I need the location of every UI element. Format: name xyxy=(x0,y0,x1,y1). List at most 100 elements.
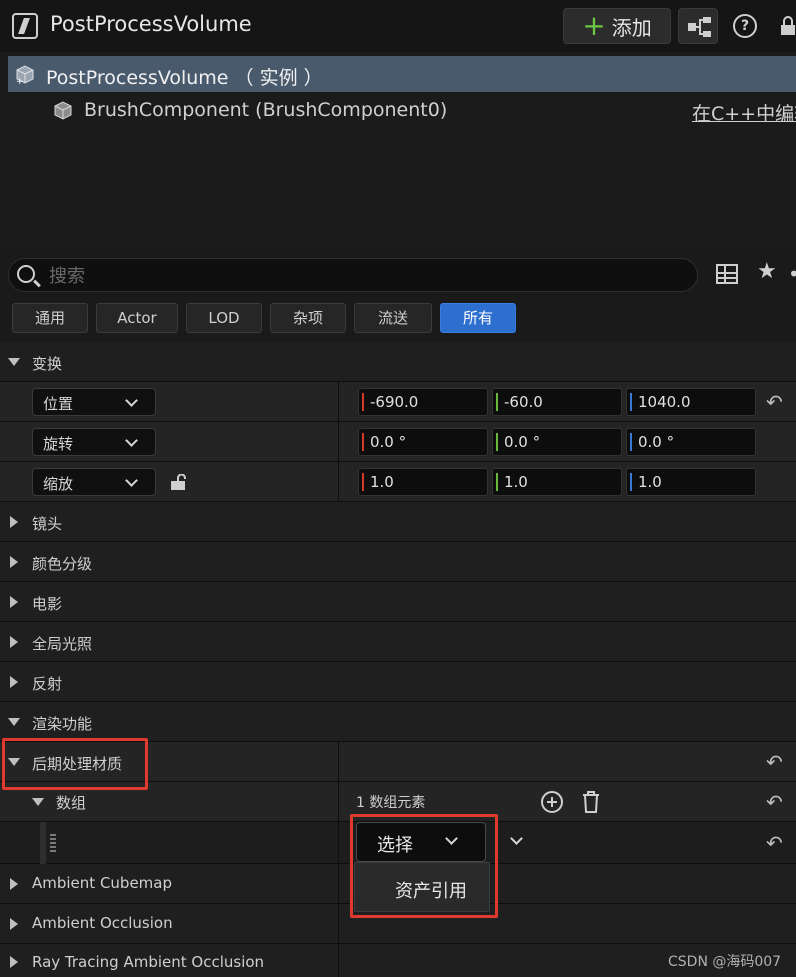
add-element-icon[interactable] xyxy=(540,790,564,814)
star-icon[interactable]: ★ xyxy=(757,259,777,284)
add-label: 添加 xyxy=(611,15,652,40)
highlight-select-menu xyxy=(350,814,498,918)
scale-x-value: 1.0 xyxy=(370,473,394,491)
lock-icon[interactable] xyxy=(780,16,796,36)
reset-icon[interactable]: ↶ xyxy=(766,750,783,774)
rotation-x-field[interactable]: 0.0 ° xyxy=(358,428,488,456)
scale-y-value: 1.0 xyxy=(504,473,528,491)
category-gi[interactable]: 全局光照 xyxy=(0,622,796,662)
expand-icon xyxy=(10,636,18,648)
expand-icon xyxy=(8,718,20,726)
scale-z-field[interactable]: 1.0 xyxy=(626,468,756,496)
category-label: 反射 xyxy=(32,675,63,693)
actor-title: PostProcessVolume xyxy=(50,12,252,36)
svg-text:+: + xyxy=(16,77,24,85)
expand-icon xyxy=(10,918,18,930)
expand-icon xyxy=(10,878,18,890)
category-rendering[interactable]: 渲染功能 xyxy=(0,702,796,742)
scale-row: 缩放 1.0 1.0 1.0 xyxy=(0,462,796,502)
tab-general[interactable]: 通用 xyxy=(12,303,88,333)
blueprint-button[interactable] xyxy=(678,8,718,44)
highlight-pp-materials xyxy=(2,738,148,790)
search-placeholder: 搜索 xyxy=(49,266,85,287)
category-lens[interactable]: 镜头 xyxy=(0,502,796,542)
tab-lod[interactable]: LOD xyxy=(186,303,262,333)
blueprint-icon xyxy=(688,17,711,37)
expand-icon xyxy=(10,676,18,688)
reset-icon[interactable]: ↶ xyxy=(766,790,783,814)
details-header: PostProcessVolume + 添加 ? xyxy=(0,0,796,52)
reset-icon[interactable]: ↶ xyxy=(766,831,783,855)
actor-icon xyxy=(12,13,38,39)
category-label: Ray Tracing Ambient Occlusion xyxy=(32,953,265,971)
location-row: 位置 -690.0 -60.0 1040.0 ↶ xyxy=(0,382,796,422)
drag-handle[interactable] xyxy=(50,834,56,852)
tab-all[interactable]: 所有 xyxy=(440,303,516,333)
watermark: CSDN @海码007 xyxy=(668,954,782,970)
search-input[interactable]: 搜索 xyxy=(8,258,698,292)
expand-icon xyxy=(10,956,18,968)
scale-y-field[interactable]: 1.0 xyxy=(492,468,622,496)
scale-z-value: 1.0 xyxy=(638,473,662,491)
category-label: 渲染功能 xyxy=(32,715,93,733)
rotation-z-value: 0.0 ° xyxy=(638,433,675,451)
chevron-down-icon xyxy=(125,474,138,487)
volume-icon: + xyxy=(16,65,34,85)
trash-icon[interactable] xyxy=(580,790,602,814)
location-y-field[interactable]: -60.0 xyxy=(492,388,622,416)
category-reflection[interactable]: 反射 xyxy=(0,662,796,702)
search-bar: 搜索 xyxy=(0,246,796,296)
expand-icon xyxy=(32,798,44,806)
tree-child-label: BrushComponent (BrushComponent0) xyxy=(84,99,448,121)
reset-icon[interactable]: ↶ xyxy=(766,390,783,414)
rotation-x-value: 0.0 ° xyxy=(370,433,407,451)
scale-x-field[interactable]: 1.0 xyxy=(358,468,488,496)
category-label: 颜色分级 xyxy=(32,555,93,573)
tree-item-root[interactable]: + PostProcessVolume （ 实例 ） xyxy=(8,56,796,92)
chevron-down-icon[interactable] xyxy=(510,832,523,845)
category-label: Ambient Occlusion xyxy=(32,914,173,932)
expand-icon xyxy=(10,596,18,608)
expand-icon xyxy=(10,516,18,528)
table-view-icon[interactable] xyxy=(716,264,738,284)
location-label: 位置 xyxy=(43,395,74,413)
scale-dropdown[interactable]: 缩放 xyxy=(32,468,156,496)
category-transform[interactable]: 变换 xyxy=(0,342,796,382)
location-z-field[interactable]: 1040.0 xyxy=(626,388,756,416)
plus-icon: + xyxy=(582,9,606,42)
array-label: 数组 xyxy=(56,794,87,812)
rotation-y-field[interactable]: 0.0 ° xyxy=(492,428,622,456)
category-label: 电影 xyxy=(32,595,63,613)
scale-label: 缩放 xyxy=(43,475,74,493)
category-label: Ambient Cubemap xyxy=(32,874,173,892)
tree-item-brush[interactable]: BrushComponent (BrushComponent0) 在C++中编辑 xyxy=(0,92,796,128)
array-count: 1 数组元素 xyxy=(356,795,426,811)
add-component-button[interactable]: + 添加 xyxy=(563,8,671,44)
help-icon[interactable]: ? xyxy=(733,14,757,38)
rotation-y-value: 0.0 ° xyxy=(504,433,541,451)
chevron-down-icon xyxy=(125,434,138,447)
category-label: 变换 xyxy=(32,355,63,373)
rotation-dropdown[interactable]: 旋转 xyxy=(32,428,156,456)
location-y-value: -60.0 xyxy=(504,393,543,411)
component-tree: + PostProcessVolume （ 实例 ） BrushComponen… xyxy=(0,52,796,246)
location-dropdown[interactable]: 位置 xyxy=(32,388,156,416)
rotation-z-field[interactable]: 0.0 ° xyxy=(626,428,756,456)
tab-streaming[interactable]: 流送 xyxy=(354,303,432,333)
category-film[interactable]: 电影 xyxy=(0,582,796,622)
location-x-field[interactable]: -690.0 xyxy=(358,388,488,416)
location-x-value: -690.0 xyxy=(370,393,419,411)
edit-in-cpp-link[interactable]: 在C++中编辑 xyxy=(692,99,796,126)
filter-tabs: 通用 Actor LOD 杂项 流送 所有 xyxy=(0,296,796,342)
expand-icon xyxy=(8,358,20,366)
category-color-grading[interactable]: 颜色分级 xyxy=(0,542,796,582)
category-label: 全局光照 xyxy=(32,635,93,653)
search-icon xyxy=(17,265,35,283)
tab-misc[interactable]: 杂项 xyxy=(270,303,346,333)
more-icon[interactable]: • xyxy=(788,262,796,286)
category-label: 镜头 xyxy=(32,515,63,533)
tab-actor[interactable]: Actor xyxy=(96,303,178,333)
chevron-down-icon xyxy=(125,394,138,407)
cube-icon xyxy=(54,101,72,120)
unlock-icon[interactable] xyxy=(170,474,186,490)
